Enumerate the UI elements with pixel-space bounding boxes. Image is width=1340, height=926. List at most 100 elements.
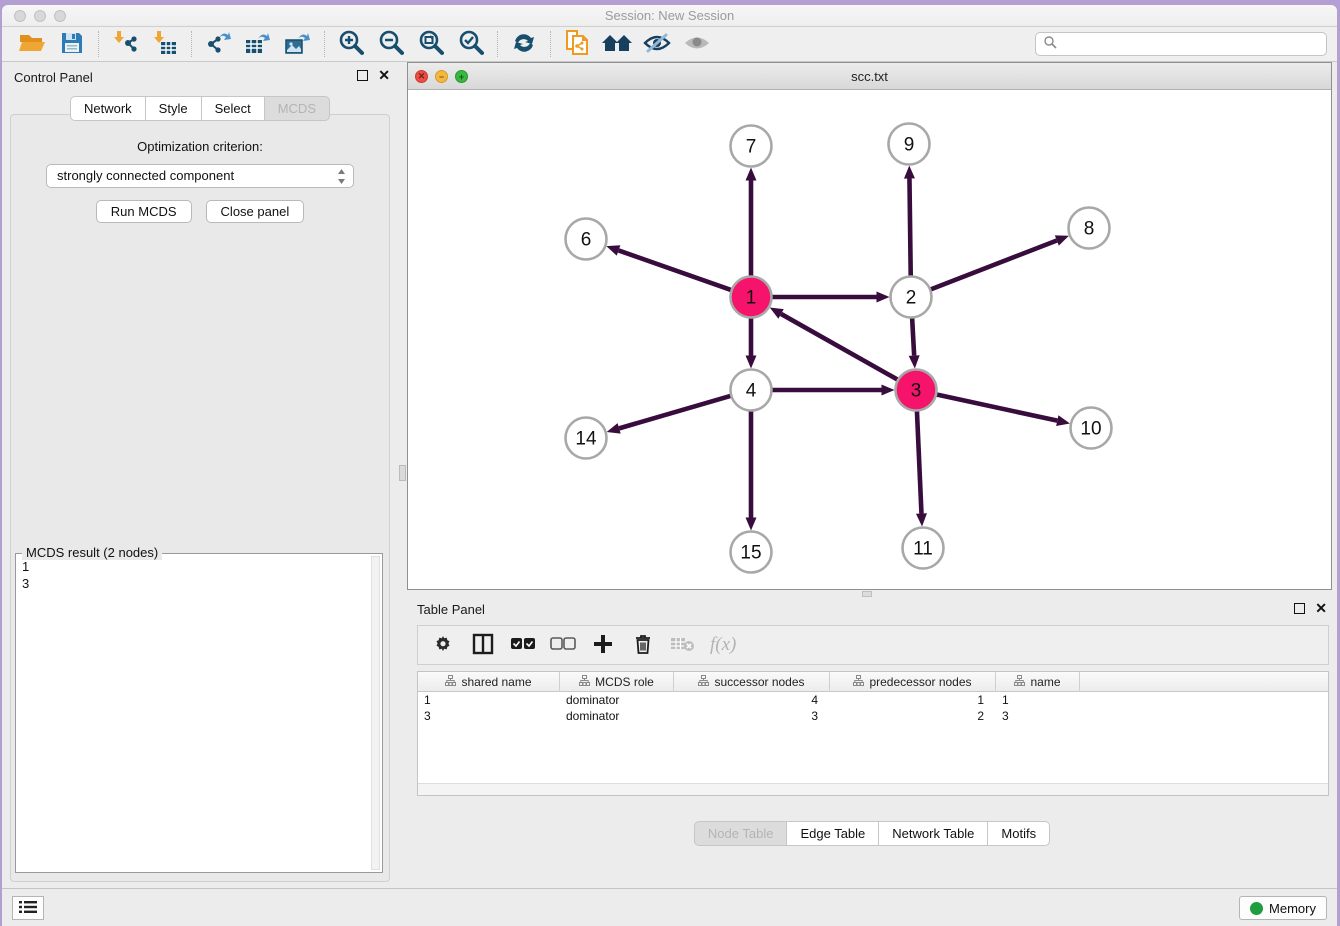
- table-cell[interactable]: 3: [996, 708, 1080, 724]
- hide-details-button[interactable]: [637, 29, 677, 59]
- column-type-icon: [853, 675, 864, 689]
- tab-motifs[interactable]: Motifs: [987, 821, 1050, 846]
- column-header-successor-nodes[interactable]: successor nodes: [674, 672, 830, 692]
- vertical-splitter[interactable]: [398, 62, 407, 888]
- table-cell[interactable]: 4: [674, 692, 830, 708]
- edge-2-8[interactable]: [930, 240, 1057, 289]
- tab-network-table[interactable]: Network Table: [878, 821, 987, 846]
- table-cell[interactable]: dominator: [560, 692, 674, 708]
- zoom-in-button[interactable]: [331, 29, 371, 59]
- open-session-button[interactable]: [12, 29, 52, 59]
- export-table-button[interactable]: [238, 29, 278, 59]
- optimization-criterion-select[interactable]: strongly connected component: [46, 164, 354, 188]
- app-window: Session: New Session: [2, 5, 1337, 926]
- table-row[interactable]: 1dominator411: [418, 692, 1328, 708]
- edge-arrow-3-10: [1056, 415, 1070, 426]
- close-panel-button[interactable]: Close panel: [206, 200, 305, 223]
- tab-mcds[interactable]: MCDS: [264, 96, 330, 121]
- export-image-icon: [284, 30, 312, 59]
- title-bar: Session: New Session: [2, 5, 1337, 27]
- table-cell[interactable]: 3: [418, 708, 560, 724]
- tab-network[interactable]: Network: [70, 96, 145, 121]
- table-cell[interactable]: 1: [996, 692, 1080, 708]
- zoom-out-button[interactable]: [371, 29, 411, 59]
- tab-style[interactable]: Style: [145, 96, 201, 121]
- deselect-all-button[interactable]: [550, 630, 576, 660]
- gear-icon: [432, 633, 454, 658]
- column-header-predecessor-nodes[interactable]: predecessor nodes: [830, 672, 996, 692]
- first-neighbors-button[interactable]: [597, 29, 637, 59]
- edge-2-9[interactable]: [909, 178, 910, 276]
- toolbar-separator: [324, 31, 325, 57]
- clone-network-icon: [563, 29, 591, 60]
- list-icon: [19, 900, 37, 917]
- select-all-button[interactable]: [510, 630, 536, 660]
- show-details-button[interactable]: [677, 29, 717, 59]
- export-network-icon: [204, 30, 232, 59]
- tab-node-table[interactable]: Node Table: [694, 821, 787, 846]
- run-mcds-button[interactable]: Run MCDS: [96, 200, 192, 223]
- close-panel-icon[interactable]: ✕: [378, 70, 390, 81]
- table-cell[interactable]: dominator: [560, 708, 674, 724]
- trash-icon: [633, 633, 653, 658]
- result-scrollbar[interactable]: [371, 556, 380, 870]
- table-cell[interactable]: 1: [830, 692, 996, 708]
- column-header-label: predecessor nodes: [869, 675, 971, 689]
- search-icon: [1042, 34, 1058, 55]
- export-network-button[interactable]: [198, 29, 238, 59]
- column-header-shared-name[interactable]: shared name: [418, 672, 560, 692]
- memory-button[interactable]: Memory: [1239, 896, 1327, 920]
- edge-3-1[interactable]: [781, 314, 898, 380]
- edge-3-10[interactable]: [936, 394, 1057, 420]
- double-home-icon: [601, 31, 633, 58]
- splitter-grip[interactable]: [399, 465, 406, 481]
- table-settings-button[interactable]: [430, 630, 456, 660]
- graph-node-label-4: 4: [746, 381, 757, 402]
- zoom-selected-button[interactable]: [451, 29, 491, 59]
- create-column-button[interactable]: [590, 630, 616, 660]
- search-input[interactable]: [1058, 35, 1326, 53]
- table-panel: Table Panel ✕: [407, 597, 1337, 888]
- column-header-MCDS-role[interactable]: MCDS role: [560, 672, 674, 692]
- table-panel-header: Table Panel ✕: [407, 597, 1337, 621]
- column-header-label: successor nodes: [714, 675, 804, 689]
- network-window: ✕ − + scc.txt 7968124314101511: [407, 62, 1332, 590]
- zoom-fit-button[interactable]: [411, 29, 451, 59]
- float-table-panel-icon[interactable]: [1294, 603, 1305, 614]
- edge-2-3[interactable]: [912, 317, 914, 355]
- clone-network-button[interactable]: [557, 29, 597, 59]
- float-panel-icon[interactable]: [357, 70, 368, 81]
- table-row[interactable]: 3dominator323: [418, 708, 1328, 724]
- table-cell[interactable]: 3: [674, 708, 830, 724]
- export-image-button[interactable]: [278, 29, 318, 59]
- tab-select[interactable]: Select: [201, 96, 264, 121]
- column-header-name[interactable]: name: [996, 672, 1080, 692]
- unchecked-boxes-icon: [550, 637, 576, 654]
- edge-3-11[interactable]: [917, 410, 922, 513]
- show-columns-button[interactable]: [470, 630, 496, 660]
- import-network-button[interactable]: [105, 29, 145, 59]
- select-stepper-icon: [337, 168, 346, 185]
- table-horizontal-scrollbar[interactable]: [418, 783, 1328, 795]
- eye-slash-icon: [642, 31, 672, 58]
- close-table-panel-icon[interactable]: ✕: [1315, 603, 1327, 614]
- main-toolbar: [2, 27, 1337, 62]
- save-session-button[interactable]: [52, 29, 92, 59]
- result-item: 3: [22, 575, 370, 592]
- import-table-button[interactable]: [145, 29, 185, 59]
- task-history-button[interactable]: [12, 896, 44, 920]
- table-cell[interactable]: 1: [418, 692, 560, 708]
- edge-4-14[interactable]: [619, 396, 731, 429]
- plus-icon: [592, 633, 614, 658]
- delete-table-button[interactable]: [670, 630, 696, 660]
- search-box: [1035, 32, 1327, 56]
- network-canvas[interactable]: 7968124314101511: [408, 90, 1331, 589]
- refresh-button[interactable]: [504, 29, 544, 59]
- function-builder-button[interactable]: f(x): [710, 630, 736, 660]
- tab-edge-table[interactable]: Edge Table: [786, 821, 878, 846]
- mcds-result-list[interactable]: 13: [22, 558, 370, 870]
- network-window-title: scc.txt: [408, 69, 1331, 84]
- edge-1-6[interactable]: [619, 250, 732, 290]
- delete-column-button[interactable]: [630, 630, 656, 660]
- table-cell[interactable]: 2: [830, 708, 996, 724]
